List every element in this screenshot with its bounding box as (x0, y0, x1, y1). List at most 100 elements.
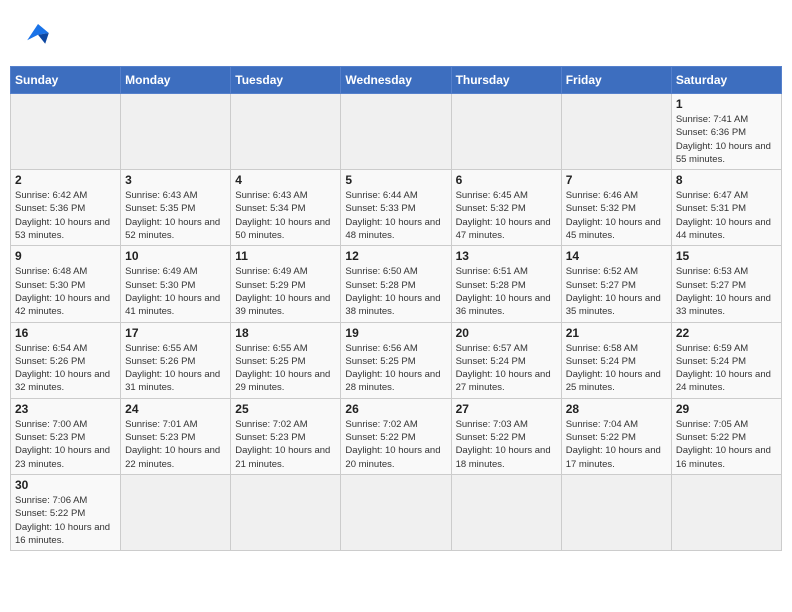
day-number: 30 (15, 478, 116, 492)
day-info: Sunrise: 6:51 AM Sunset: 5:28 PM Dayligh… (456, 265, 557, 318)
day-number: 15 (676, 249, 777, 263)
calendar-cell (561, 474, 671, 550)
calendar-cell (561, 94, 671, 170)
weekday-header-wednesday: Wednesday (341, 67, 451, 94)
calendar-cell: 18Sunrise: 6:55 AM Sunset: 5:25 PM Dayli… (231, 322, 341, 398)
day-number: 19 (345, 326, 446, 340)
calendar-cell: 16 Sunrise: 6:54 AM Sunset: 5:26 PM Dayli… (11, 322, 121, 398)
day-info: Sunrise: 6:53 AM Sunset: 5:27 PM Dayligh… (676, 265, 777, 318)
day-number: 23 (15, 402, 116, 416)
day-number: 14 (566, 249, 667, 263)
calendar-week-row: 16 Sunrise: 6:54 AM Sunset: 5:26 PM Dayli… (11, 322, 782, 398)
day-number: 25 (235, 402, 336, 416)
day-number: 10 (125, 249, 226, 263)
day-info: Sunrise: 6:43 AM Sunset: 5:35 PM Dayligh… (125, 189, 226, 242)
day-number: 9 (15, 249, 116, 263)
header (10, 10, 782, 56)
day-info: Sunrise: 7:03 AM Sunset: 5:22 PM Dayligh… (456, 418, 557, 471)
calendar-cell: 27 Sunrise: 7:03 AM Sunset: 5:22 PM Dayli… (451, 398, 561, 474)
calendar-cell: 24 Sunrise: 7:01 AM Sunset: 5:23 PM Dayli… (121, 398, 231, 474)
weekday-header-monday: Monday (121, 67, 231, 94)
weekday-header-friday: Friday (561, 67, 671, 94)
day-number: 13 (456, 249, 557, 263)
day-info: Sunrise: 6:48 AM Sunset: 5:30 PM Dayligh… (15, 265, 116, 318)
calendar-cell: 29Sunrise: 7:05 AM Sunset: 5:22 PM Dayli… (671, 398, 781, 474)
day-number: 16 (15, 326, 116, 340)
weekday-header-tuesday: Tuesday (231, 67, 341, 94)
calendar-cell: 10 Sunrise: 6:49 AM Sunset: 5:30 PM Dayli… (121, 246, 231, 322)
calendar-cell: 5Sunrise: 6:44 AM Sunset: 5:33 PM Daylig… (341, 170, 451, 246)
calendar-cell (231, 94, 341, 170)
calendar-cell: 20 Sunrise: 6:57 AM Sunset: 5:24 PM Dayli… (451, 322, 561, 398)
day-info: Sunrise: 6:57 AM Sunset: 5:24 PM Dayligh… (456, 342, 557, 395)
day-info: Sunrise: 6:42 AM Sunset: 5:36 PM Dayligh… (15, 189, 116, 242)
day-number: 5 (345, 173, 446, 187)
calendar-cell: 2 Sunrise: 6:42 AM Sunset: 5:36 PM Daylig… (11, 170, 121, 246)
day-info: Sunrise: 7:02 AM Sunset: 5:23 PM Dayligh… (235, 418, 336, 471)
calendar-cell (341, 94, 451, 170)
day-info: Sunrise: 6:43 AM Sunset: 5:34 PM Dayligh… (235, 189, 336, 242)
calendar-week-row: 9 Sunrise: 6:48 AM Sunset: 5:30 PM Daylig… (11, 246, 782, 322)
day-info: Sunrise: 6:46 AM Sunset: 5:32 PM Dayligh… (566, 189, 667, 242)
day-number: 21 (566, 326, 667, 340)
calendar-cell: 9 Sunrise: 6:48 AM Sunset: 5:30 PM Daylig… (11, 246, 121, 322)
day-number: 6 (456, 173, 557, 187)
calendar-cell: 28 Sunrise: 7:04 AM Sunset: 5:22 PM Dayli… (561, 398, 671, 474)
calendar-week-row: 30 Sunrise: 7:06 AM Sunset: 5:22 PM Dayli… (11, 474, 782, 550)
day-number: 29 (676, 402, 777, 416)
calendar-cell: 21 Sunrise: 6:58 AM Sunset: 5:24 PM Dayli… (561, 322, 671, 398)
weekday-header-sunday: Sunday (11, 67, 121, 94)
day-number: 3 (125, 173, 226, 187)
calendar-cell: 30 Sunrise: 7:06 AM Sunset: 5:22 PM Dayli… (11, 474, 121, 550)
day-number: 20 (456, 326, 557, 340)
day-number: 2 (15, 173, 116, 187)
day-number: 24 (125, 402, 226, 416)
calendar-cell (121, 474, 231, 550)
calendar-cell: 3 Sunrise: 6:43 AM Sunset: 5:35 PM Daylig… (121, 170, 231, 246)
day-info: Sunrise: 6:58 AM Sunset: 5:24 PM Dayligh… (566, 342, 667, 395)
calendar-cell (11, 94, 121, 170)
day-number: 27 (456, 402, 557, 416)
day-info: Sunrise: 6:47 AM Sunset: 5:31 PM Dayligh… (676, 189, 777, 242)
calendar-cell: 11Sunrise: 6:49 AM Sunset: 5:29 PM Dayli… (231, 246, 341, 322)
calendar-cell: 25 Sunrise: 7:02 AM Sunset: 5:23 PM Dayli… (231, 398, 341, 474)
day-info: Sunrise: 7:41 AM Sunset: 6:36 PM Dayligh… (676, 113, 777, 166)
calendar-cell: 22 Sunrise: 6:59 AM Sunset: 5:24 PM Dayli… (671, 322, 781, 398)
calendar-cell: 7 Sunrise: 6:46 AM Sunset: 5:32 PM Daylig… (561, 170, 671, 246)
calendar-cell (451, 474, 561, 550)
calendar-cell: 6 Sunrise: 6:45 AM Sunset: 5:32 PM Daylig… (451, 170, 561, 246)
day-number: 7 (566, 173, 667, 187)
day-number: 1 (676, 97, 777, 111)
calendar-week-row: 1 Sunrise: 7:41 AM Sunset: 6:36 PM Daylig… (11, 94, 782, 170)
day-info: Sunrise: 6:54 AM Sunset: 5:26 PM Dayligh… (15, 342, 116, 395)
day-number: 22 (676, 326, 777, 340)
calendar-cell (341, 474, 451, 550)
calendar-cell: 4Sunrise: 6:43 AM Sunset: 5:34 PM Daylig… (231, 170, 341, 246)
calendar-cell (121, 94, 231, 170)
calendar-week-row: 23 Sunrise: 7:00 AM Sunset: 5:23 PM Dayli… (11, 398, 782, 474)
calendar-cell: 15 Sunrise: 6:53 AM Sunset: 5:27 PM Dayli… (671, 246, 781, 322)
calendar-cell: 19Sunrise: 6:56 AM Sunset: 5:25 PM Dayli… (341, 322, 451, 398)
weekday-header-saturday: Saturday (671, 67, 781, 94)
day-number: 17 (125, 326, 226, 340)
day-number: 12 (345, 249, 446, 263)
day-info: Sunrise: 6:49 AM Sunset: 5:30 PM Dayligh… (125, 265, 226, 318)
day-info: Sunrise: 7:06 AM Sunset: 5:22 PM Dayligh… (15, 494, 116, 547)
calendar-cell: 23 Sunrise: 7:00 AM Sunset: 5:23 PM Dayli… (11, 398, 121, 474)
day-number: 28 (566, 402, 667, 416)
calendar-table: SundayMondayTuesdayWednesdayThursdayFrid… (10, 66, 782, 551)
logo (20, 15, 60, 51)
day-info: Sunrise: 7:00 AM Sunset: 5:23 PM Dayligh… (15, 418, 116, 471)
day-number: 18 (235, 326, 336, 340)
calendar-cell: 13 Sunrise: 6:51 AM Sunset: 5:28 PM Dayli… (451, 246, 561, 322)
day-info: Sunrise: 6:45 AM Sunset: 5:32 PM Dayligh… (456, 189, 557, 242)
day-info: Sunrise: 6:50 AM Sunset: 5:28 PM Dayligh… (345, 265, 446, 318)
day-info: Sunrise: 6:52 AM Sunset: 5:27 PM Dayligh… (566, 265, 667, 318)
calendar-cell: 8Sunrise: 6:47 AM Sunset: 5:31 PM Daylig… (671, 170, 781, 246)
day-info: Sunrise: 7:04 AM Sunset: 5:22 PM Dayligh… (566, 418, 667, 471)
day-info: Sunrise: 7:01 AM Sunset: 5:23 PM Dayligh… (125, 418, 226, 471)
day-info: Sunrise: 6:59 AM Sunset: 5:24 PM Dayligh… (676, 342, 777, 395)
weekday-header-thursday: Thursday (451, 67, 561, 94)
day-info: Sunrise: 6:55 AM Sunset: 5:26 PM Dayligh… (125, 342, 226, 395)
day-info: Sunrise: 6:49 AM Sunset: 5:29 PM Dayligh… (235, 265, 336, 318)
